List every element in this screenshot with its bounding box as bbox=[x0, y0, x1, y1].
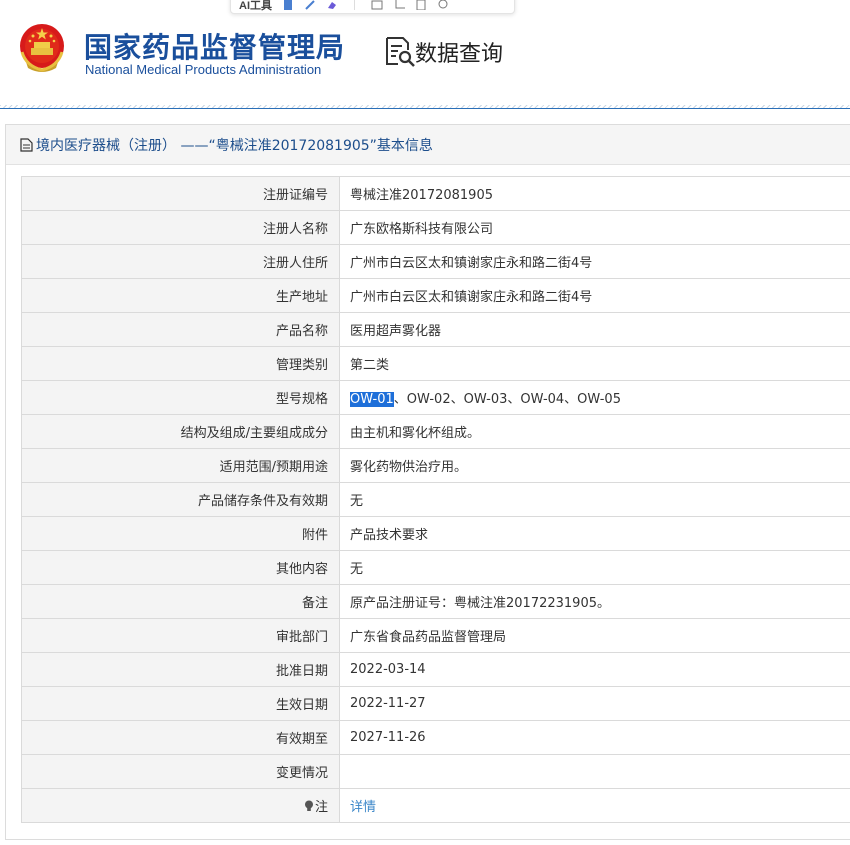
row-value: 广州市白云区太和镇谢家庄永和路二街4号 bbox=[339, 244, 850, 279]
table-row: 变更情况 bbox=[21, 754, 850, 789]
org-name-cn[interactable]: 国家药品监督管理局 bbox=[84, 26, 345, 66]
section-title: 数据查询 bbox=[415, 42, 504, 67]
row-label: 其他内容 bbox=[21, 550, 340, 585]
table-row: 产品名称 医用超声雾化器 bbox=[21, 312, 850, 347]
table-row: 适用范围/预期用途 雾化药物供治疗用。 bbox=[21, 448, 850, 483]
data-query-icon bbox=[386, 37, 415, 67]
table-row: 其他内容 无 bbox=[21, 550, 850, 585]
row-value bbox=[339, 754, 850, 789]
panel-title: 境内医疗器械（注册） ——“粤械注准20172081905”基本信息 bbox=[6, 125, 850, 165]
table-row: 产品储存条件及有效期 无 bbox=[21, 482, 850, 517]
lightbulb-icon bbox=[304, 800, 313, 811]
table-row: 审批部门 广东省食品药品监督管理局 bbox=[21, 618, 850, 653]
table-row: 注 详情 bbox=[21, 788, 850, 823]
row-value-model: OW-01、OW-02、OW-03、OW-04、OW-05 bbox=[339, 380, 850, 415]
row-label: 生产地址 bbox=[21, 278, 340, 313]
row-value: 原产品注册证号：粤械注准20172231905。 bbox=[339, 584, 850, 619]
table-row: 生效日期 2022-11-27 bbox=[21, 686, 850, 721]
row-label: 备注 bbox=[21, 584, 340, 619]
row-value: 由主机和雾化杯组成。 bbox=[339, 414, 850, 449]
row-label: 注册人住所 bbox=[21, 244, 340, 279]
row-value: 无 bbox=[339, 482, 850, 517]
row-value: 第二类 bbox=[339, 346, 850, 381]
row-label: 有效期至 bbox=[21, 720, 340, 755]
note-label-text: 注 bbox=[314, 800, 328, 815]
table-row: 备注 原产品注册证号：粤械注准20172231905。 bbox=[21, 584, 850, 619]
panel-title-text: 境内医疗器械（注册） ——“粤械注准20172081905”基本信息 bbox=[36, 137, 433, 154]
row-value: 无 bbox=[339, 550, 850, 585]
row-label: 适用范围/预期用途 bbox=[21, 448, 340, 483]
table-row: 批准日期 2022-03-14 bbox=[21, 652, 850, 687]
table-row: 注册人住所 广州市白云区太和镇谢家庄永和路二街4号 bbox=[21, 244, 850, 279]
row-label: 批准日期 bbox=[21, 652, 340, 687]
document-icon bbox=[20, 137, 33, 152]
details-link[interactable]: 详情 bbox=[350, 800, 376, 815]
row-label: 产品名称 bbox=[21, 312, 340, 347]
row-value-rest: 、OW-02、OW-03、OW-04、OW-05 bbox=[393, 392, 621, 407]
row-value: 粤械注准20172081905 bbox=[339, 176, 850, 211]
row-value: 雾化药物供治疗用。 bbox=[339, 448, 850, 483]
row-value: 2027-11-26 bbox=[339, 720, 850, 755]
row-label: 变更情况 bbox=[21, 754, 340, 789]
header-divider bbox=[0, 105, 850, 109]
table-row: 管理类别 第二类 bbox=[21, 346, 850, 381]
table-row: 型号规格 OW-01、OW-02、OW-03、OW-04、OW-05 bbox=[21, 380, 850, 415]
row-value: 2022-11-27 bbox=[339, 686, 850, 721]
row-value: 2022-03-14 bbox=[339, 652, 850, 687]
table-row: 附件 产品技术要求 bbox=[21, 516, 850, 551]
row-label: 附件 bbox=[21, 516, 340, 551]
note-label: 注 bbox=[21, 788, 340, 823]
row-value: 广州市白云区太和镇谢家庄永和路二街4号 bbox=[339, 278, 850, 313]
row-label: 生效日期 bbox=[21, 686, 340, 721]
org-name-en[interactable]: National Medical Products Administration bbox=[85, 62, 321, 77]
table-row: 生产地址 广州市白云区太和镇谢家庄永和路二街4号 bbox=[21, 278, 850, 313]
device-info-panel: 境内医疗器械（注册） ——“粤械注准20172081905”基本信息 注册证编号… bbox=[5, 124, 850, 840]
national-emblem-logo[interactable] bbox=[16, 22, 68, 74]
info-table: 注册证编号 粤械注准20172081905 注册人名称 广东欧格斯科技有限公司 … bbox=[21, 176, 850, 823]
table-row: 有效期至 2027-11-26 bbox=[21, 720, 850, 755]
row-label: 注册人名称 bbox=[21, 210, 340, 245]
row-value: 产品技术要求 bbox=[339, 516, 850, 551]
table-row: 结构及组成/主要组成成分 由主机和雾化杯组成。 bbox=[21, 414, 850, 449]
row-label: 结构及组成/主要组成成分 bbox=[21, 414, 340, 449]
row-label: 型号规格 bbox=[21, 380, 340, 415]
table-row: 注册人名称 广东欧格斯科技有限公司 bbox=[21, 210, 850, 245]
row-label: 审批部门 bbox=[21, 618, 340, 653]
row-label: 管理类别 bbox=[21, 346, 340, 381]
row-value: 广东省食品药品监督管理局 bbox=[339, 618, 850, 653]
row-label: 注册证编号 bbox=[21, 176, 340, 211]
row-label: 产品储存条件及有效期 bbox=[21, 482, 340, 517]
row-value: 医用超声雾化器 bbox=[339, 312, 850, 347]
table-row: 注册证编号 粤械注准20172081905 bbox=[21, 176, 850, 211]
row-value: 详情 bbox=[339, 788, 850, 823]
site-header: 国家药品监督管理局 National Medical Products Admi… bbox=[0, 0, 850, 109]
selected-text[interactable]: OW-01 bbox=[350, 392, 394, 407]
row-value: 广东欧格斯科技有限公司 bbox=[339, 210, 850, 245]
